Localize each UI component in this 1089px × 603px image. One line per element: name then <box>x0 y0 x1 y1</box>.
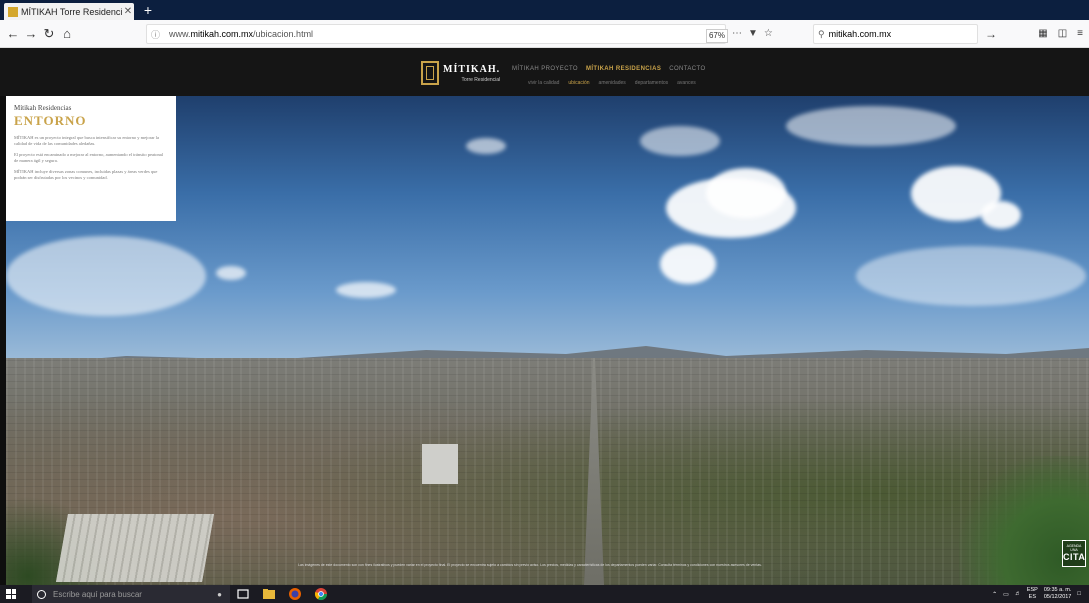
library-icon[interactable]: ▦ <box>1038 28 1047 39</box>
cloud <box>786 106 956 146</box>
sub-menu: vivir la calidad ubicación amenidades de… <box>528 80 696 86</box>
building <box>422 444 458 484</box>
submenu-item-calidad[interactable]: vivir la calidad <box>528 80 559 86</box>
panel-paragraph: MÍTIKAH es un proyecto integral que busc… <box>14 135 159 146</box>
cloud <box>336 282 396 298</box>
cloud <box>216 266 246 280</box>
tab-title: MÍTIKAH Torre Residencial | Ub <box>21 6 122 17</box>
pocket-icon[interactable]: ▼ <box>748 28 758 39</box>
submenu-item-ubicacion[interactable]: ubicación <box>568 80 589 86</box>
browser-tab-strip: MÍTIKAH Torre Residencial | Ub ✕ + <box>0 0 1089 20</box>
bookmark-star-icon[interactable]: ☆ <box>764 28 773 39</box>
menu-item-contacto[interactable]: CONTACTO <box>669 66 705 72</box>
cortana-icon <box>37 589 46 599</box>
language-indicator[interactable]: ESP ES <box>1027 587 1038 601</box>
info-panel: Mítikah Residencias ENTORNO MÍTIKAH es u… <box>6 96 176 221</box>
search-icon: ⚲ <box>818 28 825 39</box>
reload-icon[interactable]: ↻ <box>40 25 58 43</box>
close-tab-icon[interactable]: ✕ <box>122 6 134 17</box>
submenu-item-departamentos[interactable]: departamentos <box>635 80 668 86</box>
cloud <box>856 246 1086 306</box>
brand-name: MÍTIKAH. <box>443 63 501 75</box>
cloud <box>6 236 206 316</box>
clock[interactable]: 09:35 a. m. 05/12/2017 <box>1044 587 1072 601</box>
book-appointment-button[interactable]: AGENDA UNA CITA <box>1062 540 1086 567</box>
page-actions-icon[interactable]: ⋯ <box>732 28 742 39</box>
cloud <box>660 244 716 284</box>
mitikah-site-block <box>56 514 214 582</box>
search-go-icon[interactable]: → <box>985 27 997 41</box>
site-favicon-icon <box>8 6 18 17</box>
menu-item-residencias[interactable]: MÍTIKAH RESIDENCIAS <box>586 66 661 72</box>
search-value: mitikah.com.mx <box>828 29 892 39</box>
logo-mark-icon <box>421 61 439 85</box>
back-icon[interactable]: ← <box>4 25 22 43</box>
panel-title: ENTORNO <box>14 113 87 128</box>
taskbar-search-box[interactable]: Escribe aquí para buscar ● <box>32 585 230 603</box>
volume-icon[interactable]: ♬ <box>1015 591 1021 597</box>
microphone-icon[interactable]: ● <box>217 590 222 599</box>
home-icon[interactable]: ⌂ <box>58 25 76 43</box>
site-logo[interactable]: MÍTIKAH. Torre Residencial <box>421 61 500 85</box>
cita-caption: AGENDA UNA <box>1066 544 1082 552</box>
menu-icon[interactable]: ≡ <box>1077 28 1083 39</box>
forward-icon[interactable]: → <box>22 25 40 43</box>
panel-paragraph: MÍTIKAH incluye diversas zonas comunes, … <box>14 169 158 180</box>
file-explorer-icon[interactable] <box>262 587 276 601</box>
taskbar-search-placeholder: Escribe aquí para buscar <box>53 589 142 599</box>
system-tray: ⌃ ▭ ♬ ESP ES 09:35 a. m. 05/12/2017 □ <box>992 587 1081 601</box>
main-menu: MÍTIKAH PROYECTO MÍTIKAH RESIDENCIAS CON… <box>512 66 706 72</box>
sidebar-icon[interactable]: ◫ <box>1058 28 1067 39</box>
chrome-icon[interactable] <box>314 587 328 601</box>
network-icon[interactable]: ▭ <box>1003 591 1009 598</box>
browser-tab[interactable]: MÍTIKAH Torre Residencial | Ub ✕ <box>4 3 134 20</box>
action-center-icon[interactable]: □ <box>1077 591 1081 597</box>
site-info-icon[interactable]: ⓘ <box>151 28 163 41</box>
submenu-item-amenidades[interactable]: amenidades <box>599 80 626 86</box>
search-bar[interactable]: ⚲ mitikah.com.mx → <box>813 24 997 44</box>
cloud <box>466 138 506 154</box>
panel-paragraph: El proyecto está encaminado a mejorar al… <box>14 152 163 163</box>
brand-subtitle: Torre Residencial <box>461 76 501 83</box>
address-bar[interactable]: ⓘ www.mitikah.com.mx/ubicacion.html <box>146 24 726 44</box>
menu-item-proyecto[interactable]: MÍTIKAH PROYECTO <box>512 66 578 72</box>
panel-breadcrumb: Mítikah Residencias <box>14 104 72 112</box>
windows-start-icon[interactable] <box>6 589 16 599</box>
cita-label: CITA <box>1063 552 1086 562</box>
task-view-icon[interactable] <box>236 587 250 601</box>
new-tab-button[interactable]: + <box>140 2 156 18</box>
cloud <box>640 126 720 156</box>
url-text: www.mitikah.com.mx/ubicacion.html <box>169 29 314 39</box>
cloud <box>981 201 1021 229</box>
cloud <box>706 168 786 218</box>
show-hidden-icons-icon[interactable]: ⌃ <box>992 591 997 598</box>
legal-disclaimer: Las imágenes de este documento son con f… <box>298 563 762 567</box>
firefox-icon[interactable] <box>288 587 302 601</box>
zoom-level[interactable]: 67% <box>706 29 728 43</box>
windows-taskbar: Escribe aquí para buscar ● ⌃ ▭ ♬ ESP ES 0… <box>0 585 1089 603</box>
site-header: MÍTIKAH. Torre Residencial <box>0 48 1089 96</box>
submenu-item-avances[interactable]: avances <box>677 80 696 86</box>
